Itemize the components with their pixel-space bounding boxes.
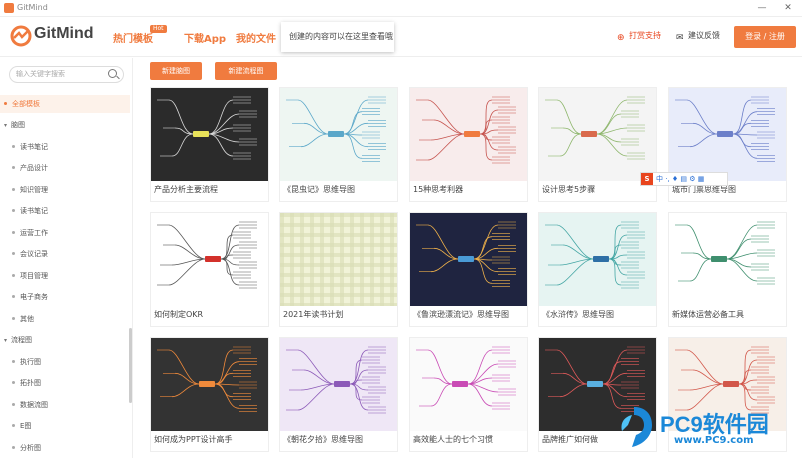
template-card[interactable]: 如何制定OKR	[150, 212, 269, 327]
mindmap-preview	[151, 338, 268, 431]
mindmap-preview	[539, 88, 656, 181]
caret-down-icon: ▾	[4, 337, 8, 344]
sidebar-item-operations[interactable]: 运营工作	[0, 224, 130, 242]
mindmap-preview	[280, 213, 397, 306]
template-card[interactable]: 《鲁滨逊漂流记》思维导图	[409, 212, 528, 327]
bullet-icon	[4, 102, 7, 105]
gift-icon: ⊕	[617, 33, 625, 43]
template-thumbnail	[539, 88, 656, 181]
template-thumbnail	[410, 88, 527, 181]
template-caption: 如何成为PPT设计高手	[154, 435, 233, 444]
mindmap-preview	[151, 88, 268, 181]
template-card[interactable]: 如何成为PPT设计高手	[150, 337, 269, 452]
sidebar-item-project[interactable]: 项目管理	[0, 267, 130, 285]
template-thumbnail	[280, 213, 397, 306]
template-thumbnail	[280, 88, 397, 181]
template-thumbnail	[151, 213, 268, 306]
nav-my-files[interactable]: 我的文件	[236, 30, 276, 45]
template-thumbnail	[410, 338, 527, 431]
template-caption: 品牌推广如何做	[542, 435, 598, 444]
sidebar-item-other[interactable]: 其他	[0, 310, 130, 328]
sidebar: 输入关键字搜索 全部模板 ▾ 脑图 读书笔记 产品设计 知识管理 读书笔记 运营工…	[0, 58, 133, 458]
nav-download-app[interactable]: 下载App	[184, 30, 226, 45]
sidebar-scrollbar[interactable]	[129, 328, 132, 403]
caret-down-icon: ▾	[4, 122, 8, 129]
template-caption: 高效能人士的七个习惯	[413, 435, 493, 444]
sidebar-group-mindmap[interactable]: ▾ 脑图	[0, 116, 130, 134]
mindmap-preview	[539, 213, 656, 306]
template-caption: 2021年读书计划	[283, 310, 344, 319]
title-bar: GitMind — ✕	[0, 0, 802, 17]
template-card[interactable]: 2021年读书计划	[279, 212, 398, 327]
template-caption: 产品分析主要流程	[154, 185, 218, 194]
sidebar-item-topology[interactable]: 拓扑图	[0, 374, 130, 392]
sidebar-item-all[interactable]: 全部模板	[0, 95, 130, 113]
mindmap-preview	[280, 338, 397, 431]
mindmap-preview	[410, 88, 527, 181]
search-input[interactable]: 输入关键字搜索	[9, 66, 124, 83]
new-flowchart-button[interactable]: 新建流程图	[215, 62, 277, 80]
app-icon	[4, 3, 14, 13]
sidebar-item-meeting[interactable]: 会议记录	[0, 245, 130, 263]
header: GitMind 热门模板 Hot 下载App 我的文件 创建的内容可以在这里查看…	[0, 17, 802, 57]
template-caption: 《昆虫记》思维导图	[283, 185, 355, 194]
sidebar-item-knowledge[interactable]: 知识管理	[0, 181, 130, 199]
mindmap-preview	[151, 213, 268, 306]
template-thumbnail	[151, 88, 268, 181]
template-card[interactable]: 《水浒传》思维导图	[538, 212, 657, 327]
mindmap-preview	[669, 213, 786, 306]
sidebar-item-exec[interactable]: 执行图	[0, 353, 130, 371]
mindmap-preview	[280, 88, 397, 181]
template-thumbnail	[410, 213, 527, 306]
template-caption: 15种思考利器	[413, 185, 464, 194]
nav-hot-templates[interactable]: 热门模板	[113, 30, 153, 45]
template-card[interactable]: 产品分析主要流程	[150, 87, 269, 202]
sidebar-item-ecommerce[interactable]: 电子商务	[0, 288, 130, 306]
template-card[interactable]: 《朝花夕拾》思维导图	[279, 337, 398, 452]
watermark-logo-icon	[621, 407, 652, 447]
template-thumbnail	[151, 338, 268, 431]
sidebar-item-reading-notes[interactable]: 读书笔记	[0, 138, 130, 156]
sidebar-group-flowchart[interactable]: ▾ 流程图	[0, 331, 130, 349]
template-thumbnail	[669, 213, 786, 306]
window-title: GitMind	[17, 3, 48, 12]
feedback-icon: ✉	[676, 33, 684, 43]
mindmap-preview	[410, 338, 527, 431]
sidebar-item-dataflow[interactable]: 数据流图	[0, 396, 130, 414]
ime-logo-icon: S	[641, 173, 653, 185]
sidebar-item-product-design[interactable]: 产品设计	[0, 159, 130, 177]
feedback-link[interactable]: ✉ 建议反馈	[676, 30, 720, 43]
template-caption: 如何制定OKR	[154, 310, 204, 319]
sidebar-item-reading-notes-2[interactable]: 读书笔记	[0, 202, 130, 220]
template-caption: 新媒体运营必备工具	[672, 310, 744, 319]
mindmap-preview	[410, 213, 527, 306]
template-caption: 《水浒传》思维导图	[542, 310, 614, 319]
new-mindmap-button[interactable]: 新建脑图	[150, 62, 202, 80]
mindmap-preview	[669, 88, 786, 181]
template-card[interactable]: 15种思考利器	[409, 87, 528, 202]
close-button[interactable]: ✕	[778, 1, 798, 15]
sidebar-item-er[interactable]: E图	[0, 417, 130, 435]
template-card[interactable]: 高效能人士的七个习惯	[409, 337, 528, 452]
sidebar-item-analysis[interactable]: 分析图	[0, 439, 130, 457]
template-caption: 设计思考5步骤	[542, 185, 596, 194]
minimize-button[interactable]: —	[752, 1, 772, 15]
template-caption: 《鲁滨逊漂流记》思维导图	[413, 310, 509, 319]
ime-toolbar[interactable]: S中 ·, ♦ ▤ ⚙ ▦	[640, 172, 728, 186]
brand-name: GitMind	[34, 25, 94, 42]
gitmind-logo-icon	[10, 25, 32, 47]
template-caption: 《朝花夕拾》思维导图	[283, 435, 363, 444]
tooltip: 创建的内容可以在这里查看哦！	[281, 22, 394, 52]
template-thumbnail	[280, 338, 397, 431]
template-thumbnail	[669, 88, 786, 181]
template-thumbnail	[539, 213, 656, 306]
login-button[interactable]: 登录 / 注册	[734, 26, 796, 48]
search-icon[interactable]	[108, 69, 117, 78]
support-link[interactable]: ⊕ 打赏支持	[617, 30, 661, 43]
template-card[interactable]: 《昆虫记》思维导图	[279, 87, 398, 202]
hot-badge: Hot	[150, 25, 167, 33]
template-card[interactable]: 新媒体运营必备工具	[668, 212, 787, 327]
